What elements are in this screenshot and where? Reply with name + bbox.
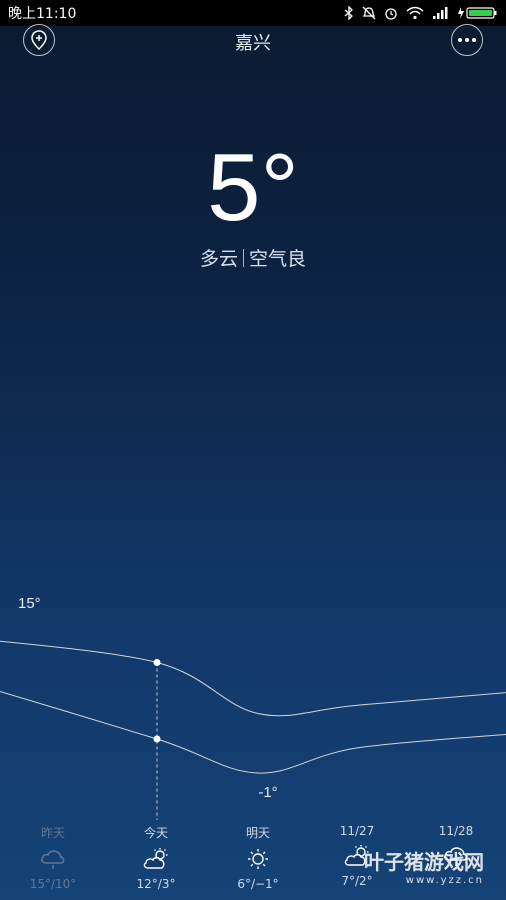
sun-icon [248, 849, 268, 869]
forecast-day-label: 昨天 [40, 826, 65, 840]
forecast-day-tomorrow[interactable]: 明天 6°/−1° [218, 824, 298, 891]
forecast-day-label: 明天 [245, 826, 270, 840]
mute-icon [362, 6, 376, 20]
watermark-brand: 叶子猪游戏网 [364, 850, 484, 874]
temperature-chart: 15° -1° [0, 595, 506, 820]
weather-summary: 多云 空气良 [0, 244, 506, 271]
battery-charging-icon [458, 7, 497, 19]
current-temperature: 5° [207, 134, 299, 241]
high-temp-line [0, 640, 506, 717]
forecast-day-yesterday[interactable]: 昨天 15°/10° [13, 824, 93, 891]
chart-high-label: 15° [18, 595, 41, 612]
forecast-temp-range: 12°/3° [136, 877, 176, 891]
forecast-temp-range: 6°/−1° [237, 877, 279, 891]
divider [243, 249, 244, 267]
more-dots-icon [458, 38, 476, 42]
low-temp-line [0, 690, 506, 774]
status-time: 晚上11:10 [8, 6, 77, 22]
cloud-sun-icon [143, 848, 168, 869]
forecast-day-label: 11/27 [339, 824, 375, 838]
today-low-point [153, 735, 161, 743]
bluetooth-icon [344, 6, 353, 20]
today-high-point [153, 659, 161, 666]
watermark: 叶子猪游戏网 www.yzz.cn [364, 846, 484, 886]
wifi-icon [406, 6, 424, 20]
city-title: 嘉兴 [235, 33, 271, 54]
watermark-url: www.yzz.cn [405, 875, 484, 886]
forecast-day-label: 今天 [143, 826, 168, 840]
status-icons [344, 6, 498, 20]
status-bar: 晚上11:10 [0, 0, 506, 26]
alarm-icon [385, 8, 397, 20]
more-options-button[interactable] [451, 24, 483, 56]
air-quality: 空气良 [249, 248, 307, 270]
chart-low-label: -1° [258, 784, 277, 801]
forecast-day-today[interactable]: 今天 12°/3° [116, 824, 196, 891]
forecast-temp-range: 15°/10° [29, 877, 77, 891]
cloud-rain-icon [41, 850, 65, 869]
top-bar: 嘉兴 [0, 24, 506, 56]
forecast-day-label: 11/28 [438, 824, 474, 838]
weather-condition: 多云 [199, 248, 238, 270]
signal-icon [433, 7, 448, 19]
